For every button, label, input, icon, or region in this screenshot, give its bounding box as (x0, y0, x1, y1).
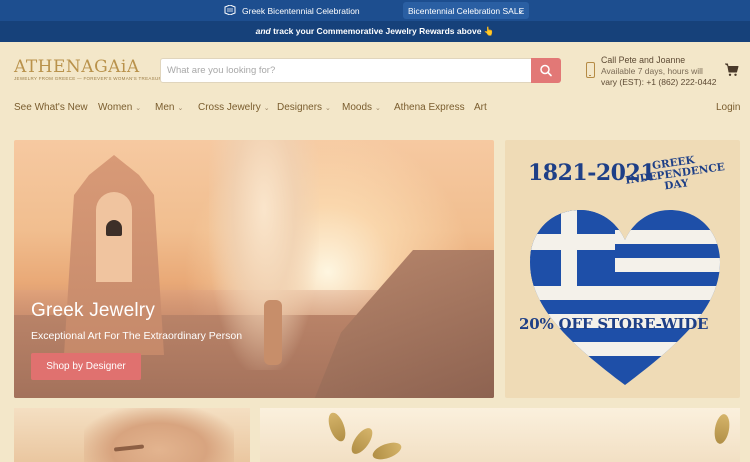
search-button[interactable] (531, 58, 561, 83)
hero-arch (96, 192, 132, 282)
gold-leaf (712, 413, 732, 445)
promo-text: Greek Bicentennial Celebration (242, 6, 360, 16)
nav-item-label: Designers (277, 102, 323, 113)
flag-icon (224, 5, 236, 15)
nav-item-women[interactable]: Women ⌄ (98, 102, 141, 113)
gold-leaf (370, 439, 404, 462)
contact-info: Call Pete and Joanne Available 7 days, h… (601, 55, 717, 88)
independence-day-promo[interactable]: 1821-2021 GREEK INDEPENDENCE DAY 20% OFF… (505, 140, 740, 398)
search-icon (540, 64, 552, 77)
nav-item-label: Men (155, 102, 175, 113)
contact-hours: Available 7 days, hours will (601, 66, 703, 76)
rewards-banner-prefix: and (255, 26, 271, 36)
nav-item-cross-jewelry[interactable]: Cross Jewelry ⌄ (198, 102, 270, 113)
caret-down-icon: ⌄ (375, 105, 381, 112)
nav-item-moods[interactable]: Moods ⌄ (342, 102, 381, 113)
rewards-banner-text: track your Commemorative Jewelry Rewards… (273, 26, 495, 36)
site-logo[interactable]: ATHENAGAiA JEWELRY FROM GREECE — FOREVER… (14, 57, 169, 83)
hero-subheading: Exceptional Art For The Extraordinary Pe… (31, 330, 243, 342)
promo-topbar: Greek Bicentennial Celebration Bicentenn… (0, 0, 750, 21)
main-nav: See What's New Women ⌄ Men ⌄ Cross Jewelry… (0, 96, 750, 120)
gold-leaf (325, 410, 349, 444)
login-link[interactable]: Login (716, 102, 740, 113)
phone-icon (586, 62, 595, 78)
logo-wordmark: ATHENAGAiA (14, 57, 140, 77)
featured-tile-jewelry[interactable] (260, 408, 740, 462)
nav-item-designers[interactable]: Designers ⌄ (277, 102, 331, 113)
greek-flag-heart (530, 210, 720, 385)
promo-title: GREEK INDEPENDENCE DAY (624, 154, 726, 193)
promo-offer: 20% OFF STORE-WIDE (519, 315, 709, 333)
nav-item-art[interactable]: Art (474, 102, 487, 113)
promotion-select-value: Bicentennial Celebration SALE (408, 6, 525, 16)
bell-icon (106, 220, 122, 236)
contact-phone[interactable]: vary (EST): +1 (862) 222-0442 (601, 77, 717, 88)
contact-title: Call Pete and Joanne (601, 55, 686, 65)
search-field[interactable] (160, 58, 532, 83)
caret-down-icon: ⌄ (177, 105, 184, 112)
hero-caption: Greek Jewelry Exceptional Art For The Ex… (31, 300, 242, 342)
nav-item-athena-express[interactable]: Athena Express (394, 102, 465, 113)
nav-item-label: See What's New (14, 102, 88, 113)
nav-item-label: Moods (342, 102, 373, 113)
caret-down-icon: ⌄ (263, 105, 270, 112)
search-input[interactable] (161, 59, 531, 82)
caret-down-icon: ⌄ (135, 105, 142, 112)
promotion-select[interactable]: Bicentennial Celebration SALE ⌄ (403, 2, 529, 19)
caret-down-icon: ⌄ (325, 105, 331, 112)
nav-item-label: Athena Express (394, 102, 465, 113)
nav-item-label: Cross Jewelry (198, 102, 261, 113)
featured-tile-portrait[interactable] (14, 408, 250, 462)
logo-tagline: JEWELRY FROM GREECE — FOREVER'S WOMAN'S … (14, 76, 169, 81)
nav-item-label: Women (98, 102, 133, 113)
login-label: Login (716, 102, 741, 113)
nav-item-men[interactable]: Men ⌄ (155, 102, 183, 113)
cart-icon[interactable] (724, 62, 739, 77)
hero-banner[interactable]: Greek Jewelry Exceptional Art For The Ex… (14, 140, 494, 398)
hero-heading: Greek Jewelry (31, 300, 156, 321)
nav-item-whats-new[interactable]: See What's New (14, 102, 88, 113)
rewards-banner[interactable]: and track your Commemorative Jewelry Rew… (0, 21, 750, 42)
shop-by-designer-button[interactable]: Shop by Designer (31, 353, 141, 380)
portrait-face (84, 408, 234, 462)
chevron-down-icon: ⌄ (517, 6, 524, 15)
nav-item-label: Art (474, 102, 487, 113)
hero-figure (264, 300, 282, 365)
